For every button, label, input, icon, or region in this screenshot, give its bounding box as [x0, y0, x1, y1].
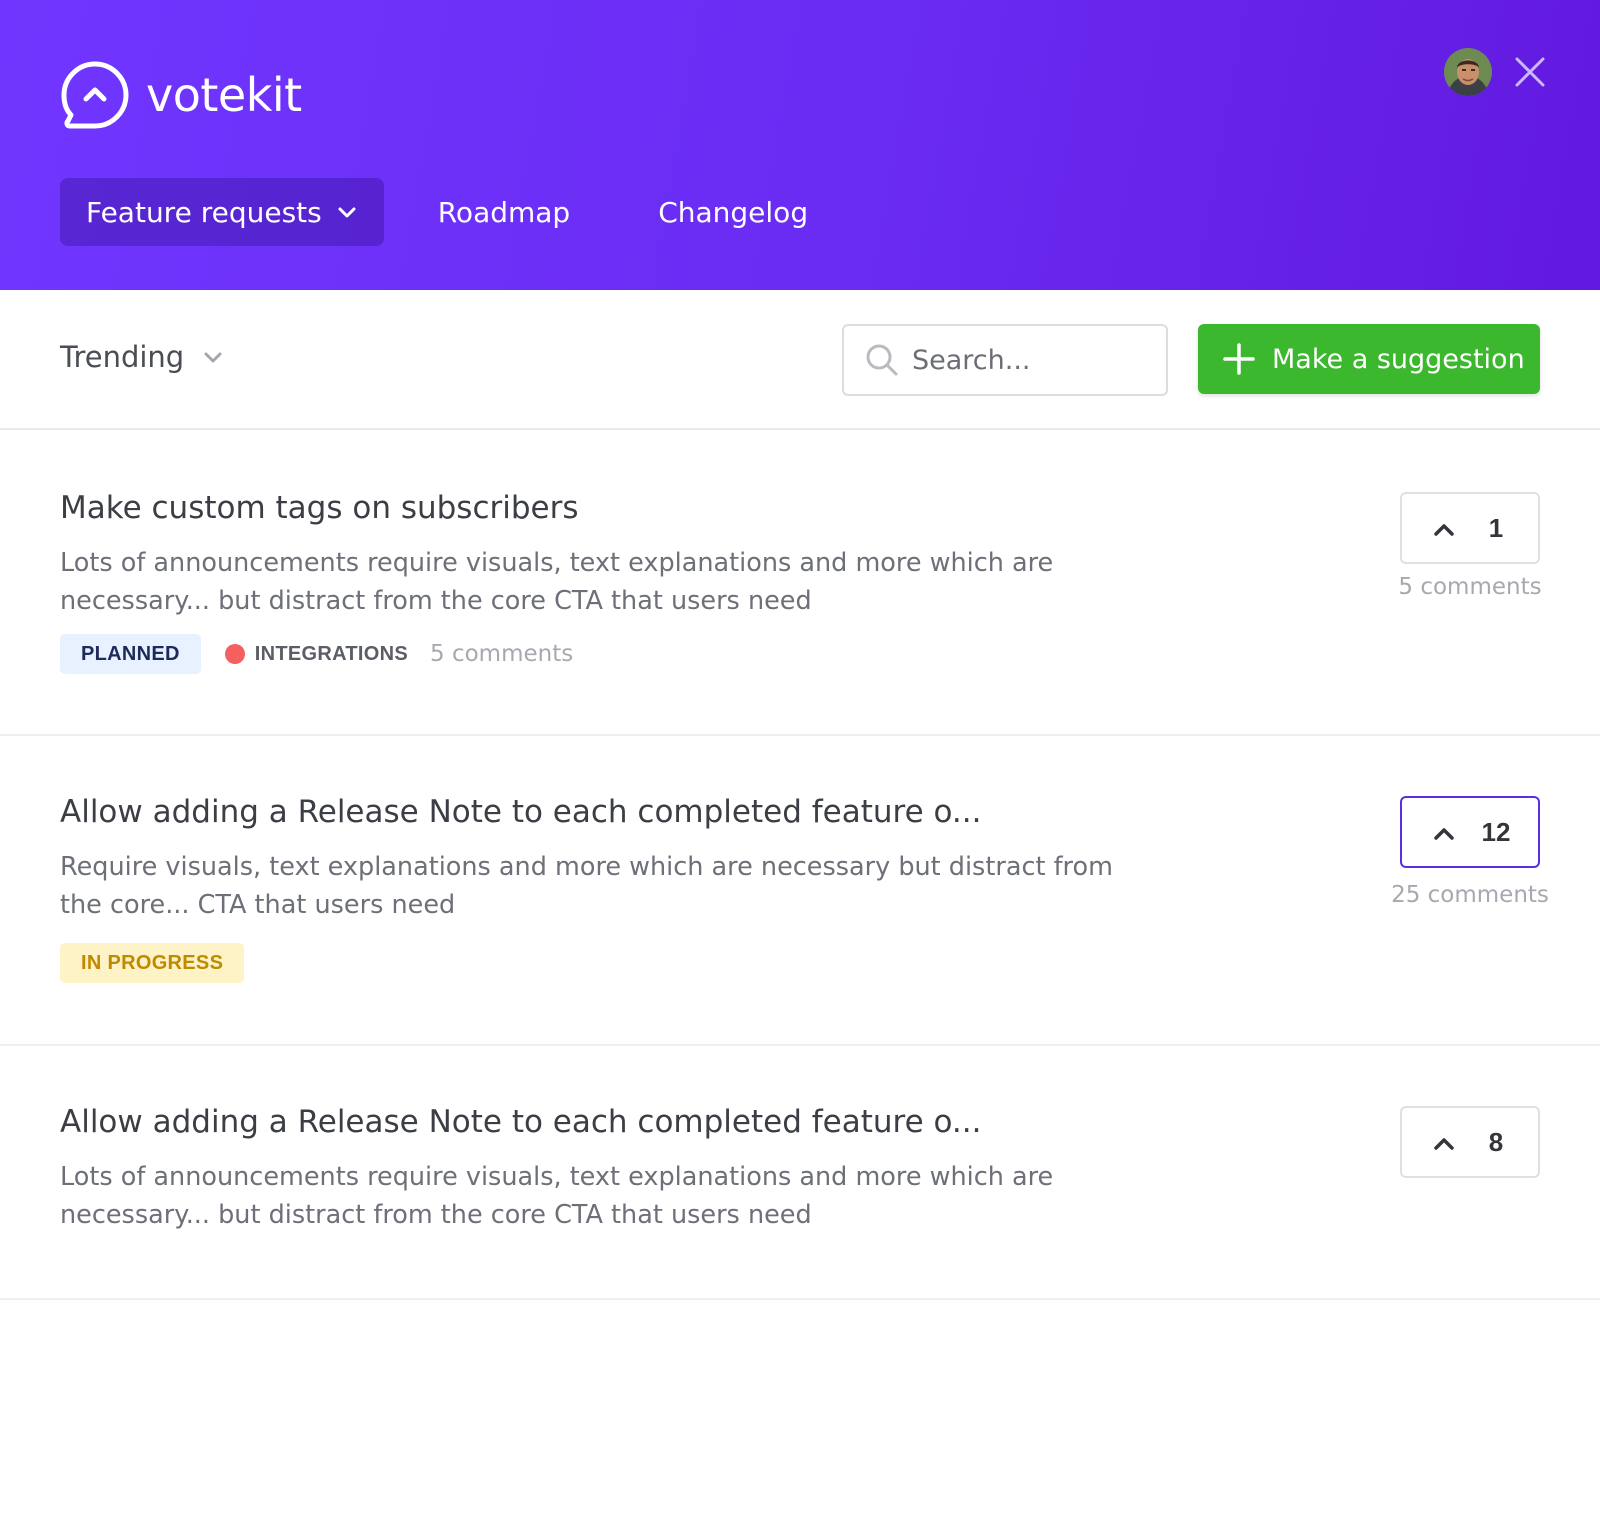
comment-count[interactable]: 5 comments [430, 641, 573, 667]
close-icon [1515, 57, 1545, 87]
close-button[interactable] [1510, 52, 1550, 92]
post-item[interactable]: Allow adding a Release Note to each comp… [0, 1046, 1600, 1300]
sort-dropdown[interactable]: Trending [60, 332, 224, 382]
main-nav: Feature requests Roadmap Changelog [60, 178, 808, 246]
search-icon [866, 344, 898, 376]
status-badge: IN PROGRESS [60, 943, 245, 983]
post-description: Lots of announcements require visuals, t… [60, 548, 1054, 616]
vote-comments[interactable]: 5 comments [1380, 574, 1560, 600]
search-input[interactable] [912, 344, 1152, 376]
nav-feature-requests-label: Feature requests [86, 195, 322, 229]
search-box[interactable] [842, 324, 1168, 396]
chevron-up-icon [1434, 828, 1454, 840]
make-suggestion-button[interactable]: Make a suggestion [1198, 324, 1540, 394]
category-tag: INTEGRATIONS [215, 643, 408, 666]
post-meta: IN PROGRESS [60, 943, 245, 983]
status-badge: PLANNED [60, 634, 201, 674]
post-description: Require visuals, text explanations and m… [60, 852, 1113, 920]
tag-dot-icon [224, 644, 245, 664]
user-avatar[interactable] [1444, 48, 1492, 96]
vote-count: 12 [1481, 816, 1511, 847]
post-description: Lots of announcements require visuals, t… [60, 1162, 1054, 1230]
vote-comments[interactable]: 25 comments [1380, 882, 1560, 908]
chevron-up-icon [1434, 1138, 1454, 1150]
plus-icon [1223, 343, 1255, 375]
logo[interactable]: votekit [60, 60, 302, 130]
toolbar: Trending Make a suggestion [0, 290, 1600, 430]
post-title[interactable]: Make custom tags on subscribers [60, 490, 579, 526]
brand-name: votekit [146, 68, 302, 122]
header: votekit Feature requests Roadmap Changel… [0, 0, 1600, 290]
nav-feature-requests[interactable]: Feature requests [60, 178, 384, 246]
post-item[interactable]: Make custom tags on subscribers Lots of … [0, 432, 1600, 736]
nav-roadmap[interactable]: Roadmap [438, 178, 570, 246]
page: votekit Feature requests Roadmap Changel… [0, 0, 1600, 1530]
vote-count: 1 [1488, 512, 1504, 543]
chevron-down-icon [338, 207, 356, 218]
upvote-button[interactable]: 8 [1400, 1106, 1540, 1178]
sort-label: Trending [60, 340, 185, 374]
upvote-button[interactable]: 12 [1400, 796, 1540, 868]
post-meta: PLANNED INTEGRATIONS 5 comments [60, 634, 573, 674]
post-title[interactable]: Allow adding a Release Note to each comp… [60, 1104, 982, 1140]
chevron-up-icon [1434, 524, 1454, 536]
upvote-button[interactable]: 1 [1400, 492, 1540, 564]
tag-label: INTEGRATIONS [254, 642, 409, 665]
post-title[interactable]: Allow adding a Release Note to each comp… [60, 794, 982, 830]
chevron-down-icon [204, 352, 222, 363]
post-item[interactable]: Allow adding a Release Note to each comp… [0, 736, 1600, 1046]
make-suggestion-label: Make a suggestion [1272, 343, 1525, 375]
vote-count: 8 [1488, 1126, 1504, 1157]
nav-changelog[interactable]: Changelog [658, 178, 808, 246]
chat-bubble-logo-icon [61, 61, 129, 129]
